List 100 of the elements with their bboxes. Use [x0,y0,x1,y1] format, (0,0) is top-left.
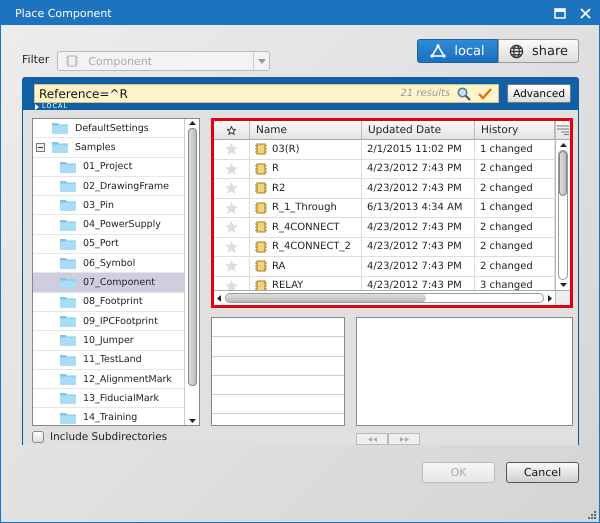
folder-icon [60,238,76,250]
folder-icon [60,392,76,404]
table-cell: RA [272,260,286,272]
chip-icon [66,55,78,67]
scroll-thumb[interactable] [226,294,426,302]
folder-icon [52,122,68,134]
table-cell: 1 changed [475,140,555,158]
fast-forward-icon [400,436,408,442]
close-icon[interactable] [580,8,591,18]
tree-item[interactable]: 08_Footprint [33,292,184,312]
table-cell: 03(R) [272,144,300,155]
scroll-right-icon[interactable] [548,294,552,302]
scope-tab[interactable]: local [417,39,498,63]
table-cell: R2 [272,182,286,194]
star-icon[interactable] [224,200,239,215]
tree-item[interactable]: 07_Component [33,273,184,293]
column-header[interactable]: Updated Date [362,121,475,139]
table-cell: 4/23/2012 7:43 PM [362,160,475,178]
folder-icon [60,334,76,346]
tree-item[interactable]: 02_DrawingFrame [33,176,184,196]
scroll-down-icon[interactable] [560,283,566,287]
scrollbar[interactable] [184,119,199,425]
scroll-thumb[interactable] [188,128,196,386]
maximize-icon[interactable] [554,8,566,18]
resize-grip-icon[interactable] [588,511,596,519]
table-cell: R_4CONNECT [272,222,340,233]
component-icon [255,260,267,272]
scroll-left-icon[interactable] [217,294,221,302]
table-cell: 4/23/2012 7:43 PM [362,257,475,276]
folder-icon [60,180,76,192]
tree-item[interactable]: 03_Pin [33,196,184,216]
tree-item[interactable]: 10_Jumper [33,331,184,351]
scroll-down-icon[interactable] [188,419,196,423]
advanced-button[interactable]: Advanced [507,84,571,103]
component-icon [255,143,267,156]
scope-tab[interactable]: share [498,39,579,63]
table-cell: 1 changed [475,198,555,217]
folder-icon [60,218,76,231]
folder-icon [60,160,76,173]
folder-icon [52,141,68,154]
star-icon[interactable] [224,240,239,254]
table-cell: 2 changed [475,218,555,236]
table-cell: 4/23/2012 7:43 PM [362,179,475,198]
collapse-icon[interactable] [36,142,45,152]
tree-item[interactable]: 01_Project [33,158,184,177]
folder-icon [60,257,76,270]
table-cell: 3 changed [475,276,555,290]
checkbox-label: Include Subdirectories [50,431,168,443]
folder-icon [60,373,76,385]
star-icon[interactable] [224,142,239,156]
previous-button[interactable] [356,433,388,445]
component-icon [255,221,267,234]
table-cell: 4/23/2012 7:43 PM [362,218,475,236]
tree-item[interactable]: 09_IPCFootprint [33,312,184,332]
tree-item[interactable]: DefaultSettings [33,119,184,138]
scrollbar-corner [556,290,570,305]
scroll-thumb[interactable] [559,151,567,196]
star-icon[interactable] [224,278,239,290]
star-icon[interactable] [224,162,239,176]
tree-item[interactable]: 12_AlignmentMark [33,370,184,390]
folder-icon [60,199,76,212]
tree-item[interactable]: 11_TestLand [33,350,184,370]
table-cell: 2 changed [475,179,555,198]
expand-arrow-icon[interactable] [35,104,39,110]
globe-icon [508,44,524,58]
dropdown-arrow-icon [258,58,266,64]
window-title: Place Component [15,6,112,20]
component-icon [255,202,267,214]
checkbox[interactable] [32,431,44,443]
star-icon[interactable] [224,181,239,196]
table-cell: 2 changed [475,238,555,256]
scroll-up-icon[interactable] [188,121,196,125]
tree-item[interactable]: 13_FiducialMark [33,389,184,408]
column-header[interactable]: History [475,121,555,139]
component-icon [255,182,267,194]
table-cell: 2 changed [475,257,555,276]
tree-item[interactable]: Samples [33,138,184,158]
folder-icon [60,412,76,424]
rewind-icon [368,436,376,442]
component-icon [255,280,267,290]
table-cell: R_1_Through [272,202,337,214]
folder-icon [60,315,76,328]
component-icon [255,240,267,253]
tree-item[interactable]: 05_Port [33,234,184,254]
table-cell: 4/23/2012 7:43 PM [362,238,475,256]
column-menu-icon[interactable] [557,125,569,135]
star-icon[interactable] [224,220,239,234]
folder-icon [60,276,76,289]
component-icon [255,162,267,175]
column-header[interactable]: Name [250,121,362,139]
next-button[interactable] [388,433,420,445]
table-cell: 2/1/2015 11:02 PM [362,140,475,158]
filter-label: Filter [22,53,50,66]
star-icon[interactable] [224,259,239,274]
tree-item[interactable]: 14_Training [33,408,184,425]
scroll-up-icon[interactable] [560,143,566,147]
cancel-button[interactable]: Cancel [506,462,579,483]
table-cell: RELAY [272,280,304,290]
scrollbar[interactable] [214,290,555,305]
tree-item[interactable]: 04_PowerSupply [33,215,184,235]
